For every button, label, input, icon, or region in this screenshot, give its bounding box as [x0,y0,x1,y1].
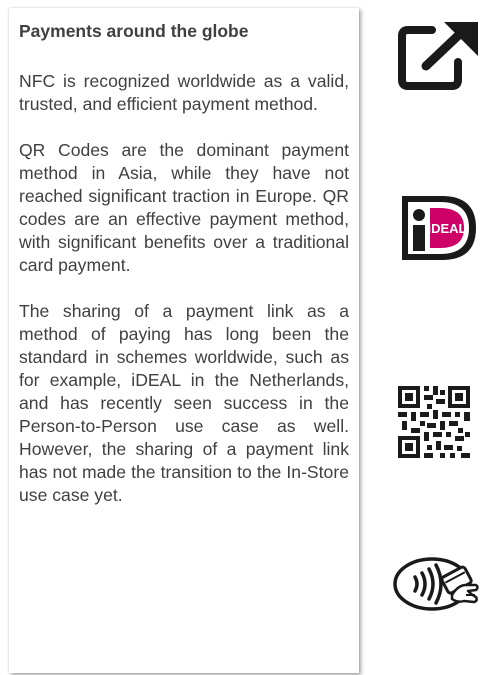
ideal-logo: iDEAL [402,196,476,260]
card-title: Payments around the globe [19,21,249,41]
paragraph-nfc: NFC is recognized worldwide as a valid, … [19,71,349,114]
contactless-payment-icon [393,557,479,611]
info-card: Payments around the globe NFC is recogni… [9,8,359,673]
ideal-logo-text: iDEAL [428,221,467,236]
paragraph-payment-link: The sharing of a payment link as a metho… [19,301,349,505]
external-link-icon [398,22,478,90]
page: Payments around the globe NFC is recogni… [0,0,480,675]
paragraph-qr: QR Codes are the dominant payment method… [19,140,349,275]
qr-code-icon [398,386,470,458]
